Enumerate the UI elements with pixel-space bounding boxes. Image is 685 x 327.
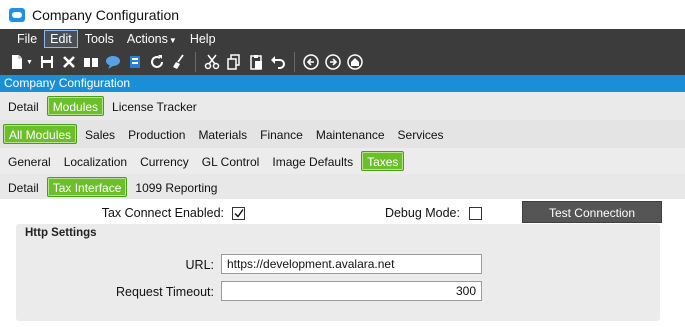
tab-currency[interactable]: Currency bbox=[135, 151, 194, 171]
tab-gl-control[interactable]: GL Control bbox=[197, 151, 265, 171]
test-connection-button[interactable]: Test Connection bbox=[522, 201, 662, 223]
debug-mode-label: Debug Mode: bbox=[384, 206, 460, 220]
tab-license-tracker[interactable]: License Tracker bbox=[107, 96, 202, 116]
checkmark-icon bbox=[234, 209, 244, 218]
tax-connect-checkbox[interactable] bbox=[232, 207, 245, 220]
delete-icon[interactable] bbox=[59, 52, 79, 72]
request-timeout-label: Request Timeout: bbox=[116, 285, 214, 299]
url-label: URL: bbox=[185, 258, 214, 272]
menu-tools[interactable]: Tools bbox=[79, 30, 120, 48]
tab-row-taxes: Detail Tax Interface 1099 Reporting bbox=[0, 174, 685, 199]
tab-localization[interactable]: Localization bbox=[59, 151, 132, 171]
http-settings-title: Http Settings bbox=[25, 227, 97, 239]
url-field[interactable]: https://development.avalara.net bbox=[221, 254, 482, 274]
comment-icon[interactable] bbox=[103, 52, 123, 72]
title-bar: Company Configuration bbox=[0, 0, 685, 29]
tab-row-modules: All Modules Sales Production Materials F… bbox=[0, 120, 685, 148]
home-icon[interactable] bbox=[345, 52, 365, 72]
form-header: Company Configuration bbox=[0, 75, 685, 92]
tab-materials[interactable]: Materials bbox=[193, 124, 252, 144]
cut-icon[interactable] bbox=[202, 52, 222, 72]
save-icon[interactable] bbox=[37, 52, 57, 72]
tab-taxes-detail[interactable]: Detail bbox=[3, 177, 44, 197]
tax-connect-label: Tax Connect Enabled: bbox=[101, 206, 224, 220]
copy-icon[interactable] bbox=[224, 52, 244, 72]
tab-image-defaults[interactable]: Image Defaults bbox=[267, 151, 358, 171]
chevron-down-icon: ▼ bbox=[168, 36, 177, 45]
tab-row-main: Detail Modules License Tracker bbox=[0, 92, 685, 120]
tab-general[interactable]: General bbox=[3, 151, 56, 171]
refresh-icon[interactable] bbox=[147, 52, 167, 72]
next-icon[interactable] bbox=[323, 52, 343, 72]
notes-icon[interactable] bbox=[125, 52, 145, 72]
menu-actions[interactable]: Actions▼ bbox=[121, 30, 183, 48]
tab-modules[interactable]: Modules bbox=[46, 96, 105, 116]
tab-taxes[interactable]: Taxes bbox=[361, 151, 405, 171]
tab-sales[interactable]: Sales bbox=[80, 124, 120, 144]
toolbar-separator bbox=[194, 52, 196, 72]
tab-services[interactable]: Services bbox=[393, 124, 449, 144]
undo-icon[interactable] bbox=[268, 52, 288, 72]
tab-finance[interactable]: Finance bbox=[255, 124, 308, 144]
menu-edit[interactable]: Edit bbox=[44, 30, 78, 48]
clear-icon[interactable] bbox=[169, 52, 189, 72]
previous-icon[interactable] bbox=[301, 52, 321, 72]
app-icon bbox=[9, 7, 25, 22]
menu-help[interactable]: Help bbox=[184, 30, 222, 48]
toolbar: ▼ bbox=[0, 49, 685, 75]
debug-mode-checkbox[interactable] bbox=[469, 207, 482, 220]
tab-detail[interactable]: Detail bbox=[3, 96, 44, 116]
menu-bar: File Edit Tools Actions▼ Help bbox=[0, 29, 685, 49]
tab-maintenance[interactable]: Maintenance bbox=[311, 124, 390, 144]
tab-row-all-modules: General Localization Currency GL Control… bbox=[0, 148, 685, 174]
toolbar-separator bbox=[293, 52, 295, 72]
tab-tax-interface[interactable]: Tax Interface bbox=[46, 176, 128, 197]
tab-production[interactable]: Production bbox=[123, 124, 190, 144]
new-icon[interactable] bbox=[7, 52, 27, 72]
book-icon[interactable] bbox=[81, 52, 101, 72]
tab-1099-reporting[interactable]: 1099 Reporting bbox=[130, 177, 222, 197]
window-title: Company Configuration bbox=[32, 6, 180, 23]
paste-icon[interactable] bbox=[246, 52, 266, 72]
request-timeout-field[interactable]: 300 bbox=[221, 281, 482, 301]
tab-all-modules[interactable]: All Modules bbox=[3, 124, 78, 144]
new-dropdown-icon[interactable]: ▼ bbox=[26, 59, 33, 66]
menu-file[interactable]: File bbox=[11, 30, 43, 48]
